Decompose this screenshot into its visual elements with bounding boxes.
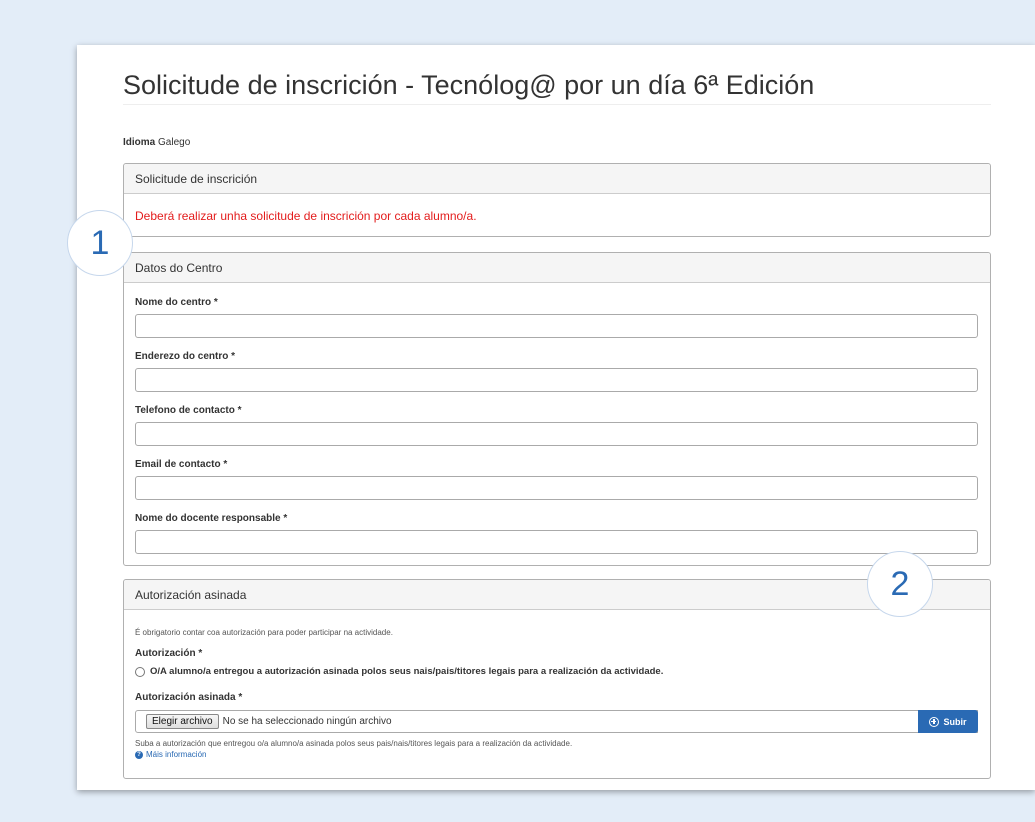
page-title: Solicitude de inscrición - Tecnólog@ por…: [123, 70, 815, 100]
more-info-text: Máis información: [146, 750, 207, 759]
teacher-label: Nome do docente responsable *: [135, 513, 288, 524]
panel-center-heading: Datos do Centro: [124, 253, 990, 283]
center-address-label: Enderezo do centro *: [135, 351, 236, 362]
radio-option-text: O/A alumno/a entregou a autorización asi…: [150, 666, 664, 677]
phone-label: Telefono de contacto *: [135, 405, 242, 416]
authorization-radio-option[interactable]: O/A alumno/a entregou a autorización asi…: [135, 666, 663, 677]
radio-button[interactable]: [135, 666, 145, 677]
form-page: Solicitude de inscrición - Tecnólog@ por…: [77, 45, 1035, 790]
file-status: No se ha seleccionado ningún archivo: [222, 716, 392, 727]
panel-center-data: Datos do Centro Nome do centro * Enderez…: [123, 252, 991, 566]
authorization-intro: É obrigatorio contar coa autorización pa…: [135, 628, 393, 637]
title-divider: [123, 104, 991, 105]
panel-authorization-heading: Autorización asinada: [124, 580, 990, 610]
panel-request-heading: Solicitude de inscrición: [124, 164, 990, 194]
upload-label: Subir: [943, 716, 967, 727]
signed-authorization-label: Autorización asinada *: [135, 692, 243, 703]
language-value: Galego: [158, 137, 191, 148]
callout-1: 1: [67, 210, 133, 276]
upload-button[interactable]: Subir: [918, 710, 978, 733]
center-name-input[interactable]: [135, 314, 978, 338]
language-label: Idioma: [123, 137, 156, 148]
teacher-input[interactable]: [135, 530, 978, 554]
upload-help: Suba a autorización que entregou o/a alu…: [135, 739, 573, 748]
panel-authorization: Autorización asinada É obrigatorio conta…: [123, 579, 991, 779]
language-indicator: Idioma Galego: [123, 137, 190, 148]
authorization-radio-label: Autorización *: [135, 648, 203, 659]
center-name-label: Nome do centro *: [135, 297, 218, 308]
phone-input[interactable]: [135, 422, 978, 446]
choose-file-button[interactable]: Elegir archivo: [146, 714, 219, 729]
more-info-link[interactable]: ? Máis información: [135, 750, 206, 759]
email-input[interactable]: [135, 476, 978, 500]
question-icon: ?: [135, 750, 143, 759]
email-label: Email de contacto *: [135, 459, 228, 470]
file-input[interactable]: Elegir archivo No se ha seleccionado nin…: [135, 710, 978, 733]
panel-request: Solicitude de inscrición Deberá realizar…: [123, 163, 991, 237]
callout-2: 2: [867, 551, 933, 617]
plus-circle-icon: [929, 716, 940, 727]
center-address-input[interactable]: [135, 368, 978, 392]
warning-text: Deberá realizar unha solicitude de inscr…: [135, 209, 477, 223]
